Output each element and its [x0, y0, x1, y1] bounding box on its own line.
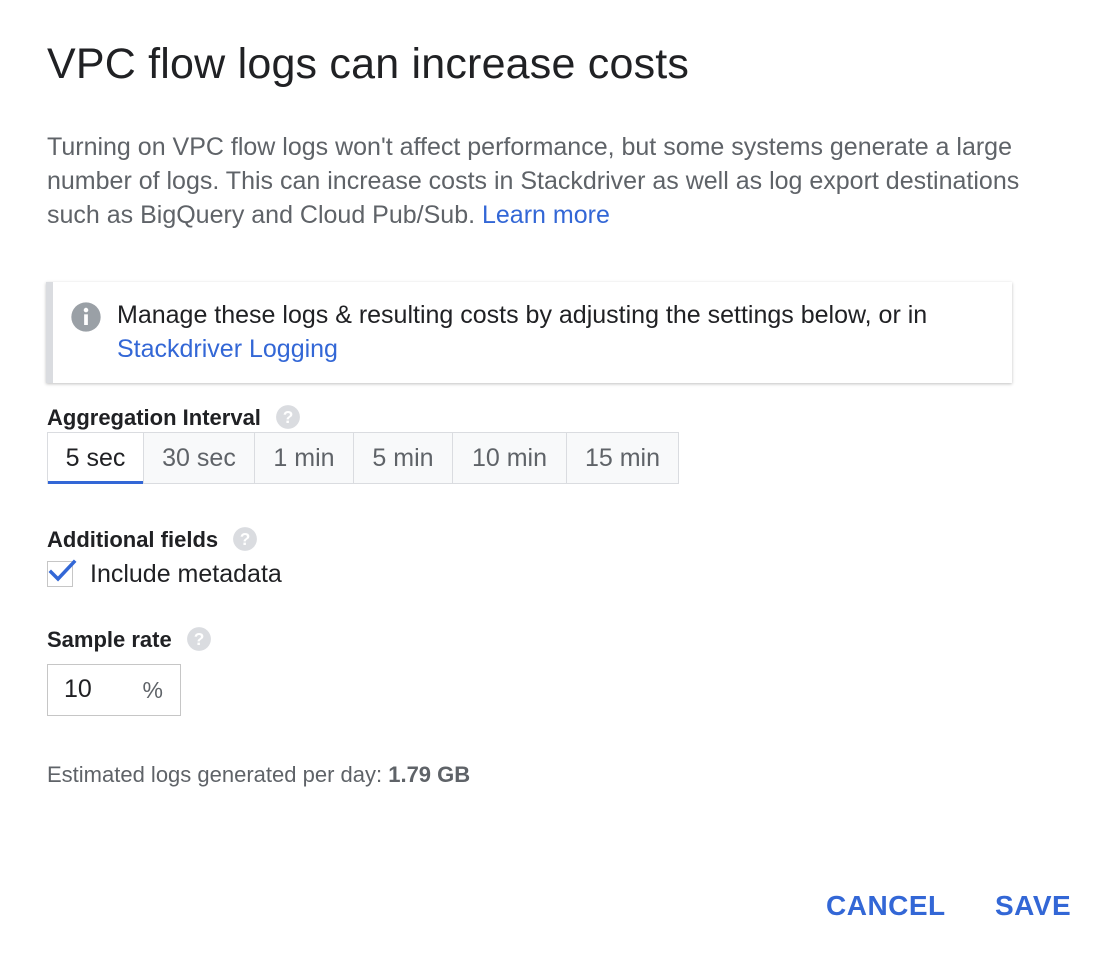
info-message: Manage these logs & resulting costs by a… [117, 301, 928, 329]
checkmark-icon [48, 559, 77, 582]
help-icon[interactable]: ? [186, 626, 212, 652]
sample-rate-input[interactable] [64, 675, 134, 704]
interval-option-10-min[interactable]: 10 min [453, 433, 567, 483]
sample-rate-label: Sample rate ? [47, 627, 212, 653]
stackdriver-logging-link[interactable]: Stackdriver Logging [117, 335, 338, 363]
dialog-title: VPC flow logs can increase costs [47, 40, 690, 88]
svg-text:?: ? [193, 629, 204, 649]
sample-rate-text: Sample rate [47, 627, 172, 652]
learn-more-link[interactable]: Learn more [482, 201, 610, 229]
estimate-value: 1.79 GB [388, 762, 471, 787]
save-button[interactable]: SAVE [995, 890, 1071, 922]
estimate-label: Estimated logs generated per day: [47, 762, 383, 787]
aggregation-interval-label: Aggregation Interval ? [47, 405, 301, 431]
include-metadata-checkbox-row[interactable]: Include metadata [47, 558, 282, 590]
estimated-logs: Estimated logs generated per day: 1.79 G… [47, 762, 470, 788]
include-metadata-label: Include metadata [90, 559, 282, 588]
interval-option-5-min[interactable]: 5 min [354, 433, 453, 483]
help-icon[interactable]: ? [275, 404, 301, 430]
sample-rate-field: % [47, 664, 181, 716]
cost-warning-dialog: VPC flow logs can increase costs Turning… [0, 0, 1116, 966]
cancel-button[interactable]: CANCEL [826, 890, 946, 922]
additional-fields-label: Additional fields ? [47, 527, 258, 553]
include-metadata-checkbox[interactable] [47, 559, 77, 587]
info-text: Manage these logs & resulting costs by a… [117, 298, 997, 366]
svg-text:?: ? [283, 407, 294, 427]
interval-option-15-min[interactable]: 15 min [567, 433, 678, 483]
aggregation-interval-text: Aggregation Interval [47, 405, 261, 430]
info-icon [71, 302, 101, 332]
percent-unit: % [142, 677, 163, 703]
interval-option-1-min[interactable]: 1 min [255, 433, 354, 483]
dialog-description: Turning on VPC flow logs won't affect pe… [47, 130, 1047, 232]
aggregation-interval-selector: 5 sec 30 sec 1 min 5 min 10 min 15 min [47, 432, 679, 484]
interval-option-5-sec[interactable]: 5 sec [48, 433, 144, 484]
svg-text:?: ? [240, 529, 251, 549]
info-callout: Manage these logs & resulting costs by a… [46, 282, 1012, 383]
help-icon[interactable]: ? [232, 526, 258, 552]
additional-fields-text: Additional fields [47, 527, 219, 552]
interval-option-30-sec[interactable]: 30 sec [144, 433, 255, 483]
